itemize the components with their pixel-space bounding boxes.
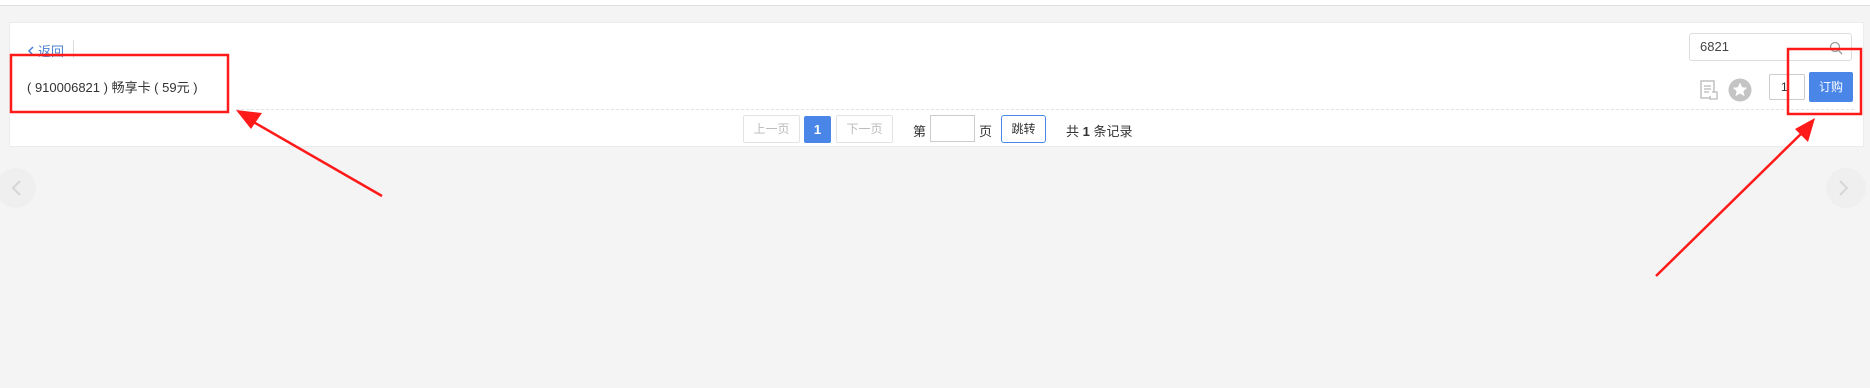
subscribe-button[interactable]: 订购 <box>1809 72 1853 102</box>
chevron-left-icon <box>11 180 21 196</box>
search-input[interactable]: 6821 <box>1700 39 1729 54</box>
header-divider <box>73 40 74 58</box>
document-icon[interactable] <box>1699 80 1719 100</box>
next-page-button[interactable]: 下一页 <box>836 115 893 143</box>
carousel-prev-button[interactable] <box>0 168 36 208</box>
carousel-next-button[interactable] <box>1826 168 1866 208</box>
jump-button[interactable]: 跳转 <box>1001 115 1046 143</box>
total-prefix: 共 <box>1066 124 1080 139</box>
back-link[interactable]: 返回 <box>27 41 64 60</box>
star-icon[interactable] <box>1728 78 1752 102</box>
back-label: 返回 <box>38 44 65 59</box>
chevron-left-icon <box>27 45 34 56</box>
search-box[interactable]: 6821 <box>1689 33 1852 61</box>
current-page-button[interactable]: 1 <box>804 116 831 143</box>
top-strip <box>0 0 1870 6</box>
total-count: 1 <box>1082 124 1090 139</box>
total-records: 共 1 条记录 <box>1066 121 1133 140</box>
dashed-divider <box>236 109 1854 110</box>
annotation-arrow-right-shaft <box>1655 127 1808 277</box>
page-suffix: 页 <box>979 124 993 139</box>
product-title: ( 910006821 ) 畅享卡 ( 59元 ) <box>27 80 198 95</box>
chevron-right-icon <box>1839 180 1849 196</box>
prev-page-button[interactable]: 上一页 <box>743 115 800 143</box>
page-number-input[interactable] <box>930 115 975 142</box>
total-suffix: 条记录 <box>1093 124 1133 139</box>
page-prefix: 第 <box>913 124 927 139</box>
search-icon[interactable] <box>1829 41 1843 55</box>
quantity-input[interactable]: 1 <box>1769 74 1805 100</box>
